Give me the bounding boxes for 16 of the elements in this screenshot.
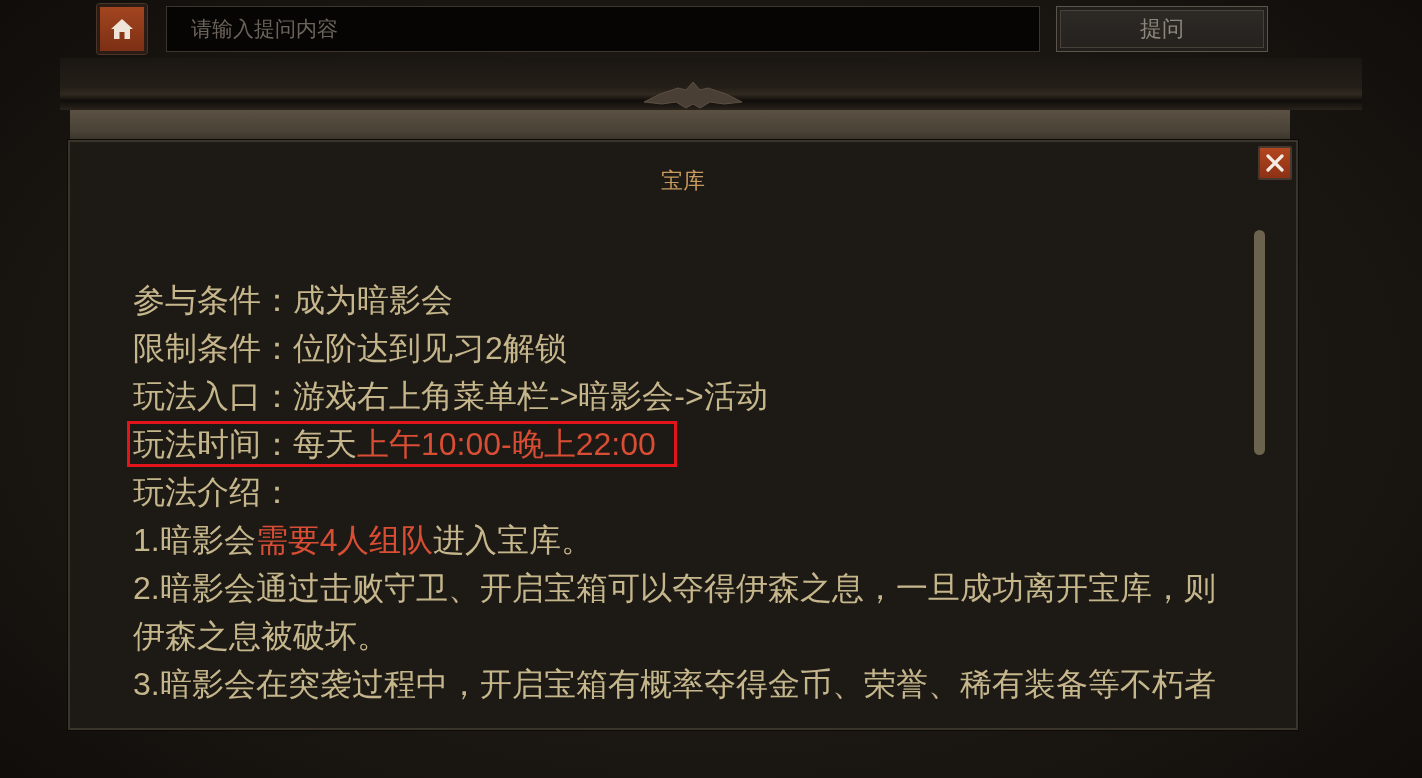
close-button[interactable] — [1258, 146, 1292, 180]
home-icon — [110, 18, 134, 40]
info-text: 玩法入口：游戏右上角菜单栏->暗影会->活动 — [133, 377, 769, 416]
info-text: 限制条件：位阶达到见习2解锁 — [133, 329, 568, 368]
home-button[interactable] — [97, 4, 147, 54]
info-text: 玩法介绍： — [133, 473, 294, 512]
dialog-title: 宝库 — [661, 169, 705, 193]
info-text: 1.暗影会需要4人组队进入宝库。 — [133, 521, 595, 560]
info-text: 3.暗影会在突袭过程中，开启宝箱有概率夺得金币、荣誉、稀有装备等不朽者 — [133, 665, 1217, 704]
search-field[interactable]: 请输入提问内容 — [166, 6, 1040, 52]
info-text: 玩法时间：每天上午10:00-晚上22:00 — [133, 425, 656, 464]
scrollbar-thumb[interactable] — [1254, 230, 1265, 455]
ask-button[interactable]: 提问 — [1056, 6, 1268, 52]
info-text: 参与条件：成为暗影会 — [133, 281, 454, 320]
close-icon — [1265, 153, 1285, 173]
info-text: 2.暗影会通过击败守卫、开启宝箱可以夺得伊森之息，一旦成功离开宝库，则伊森之息被破坏。 — [133, 569, 1217, 656]
